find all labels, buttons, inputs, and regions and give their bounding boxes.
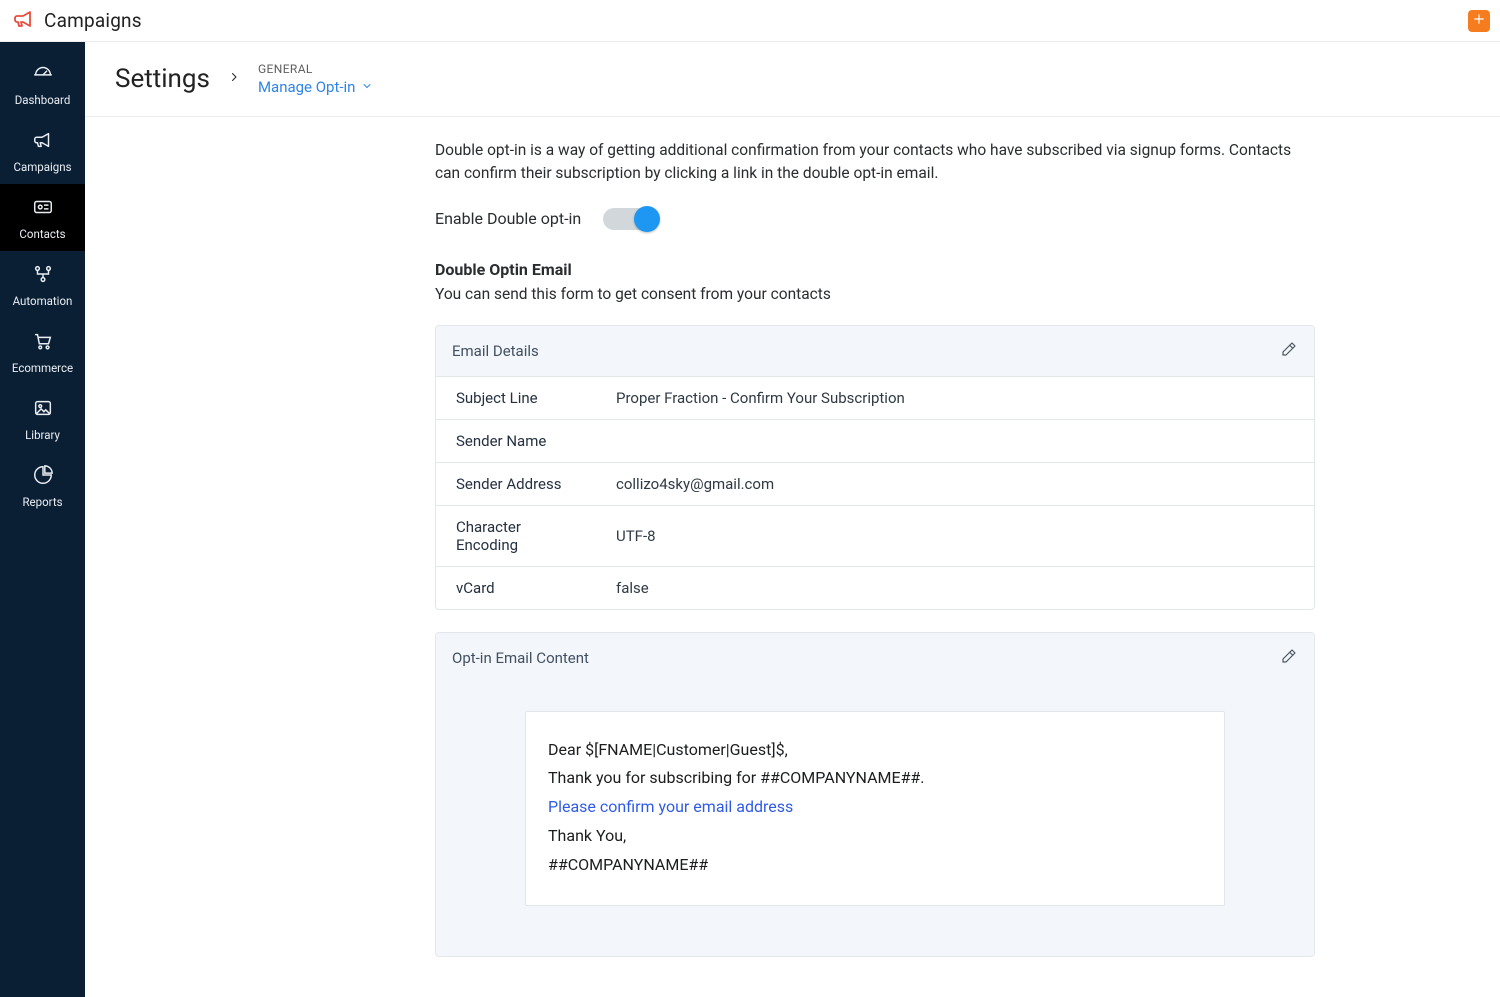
sidebar-item-contacts[interactable]: Contacts	[0, 184, 85, 251]
plus-icon	[1472, 12, 1486, 30]
confirm-email-link[interactable]: Please confirm your email address	[548, 797, 793, 816]
sidebar-item-label: Dashboard	[15, 93, 71, 107]
pie-icon	[32, 464, 54, 489]
cell-value: false	[596, 566, 1314, 609]
email-details-table: Subject Line Proper Fraction - Confirm Y…	[436, 376, 1314, 609]
sidebar-item-label: Campaigns	[13, 160, 71, 174]
email-greeting: Dear $[FNAME|Customer|Guest]$,	[548, 736, 1202, 765]
sidebar-item-label: Ecommerce	[12, 361, 73, 375]
main: Settings GENERAL Manage Opt-in Double op…	[85, 42, 1500, 997]
table-row: vCard false	[436, 566, 1314, 609]
sidebar-item-automation[interactable]: Automation	[0, 251, 85, 318]
section-title: Double Optin Email	[435, 260, 1315, 279]
cell-value: UTF-8	[596, 505, 1314, 566]
section-subtitle: You can send this form to get consent fr…	[435, 285, 1315, 303]
enable-optin-toggle[interactable]	[603, 208, 658, 230]
breadcrumb-page-label: Manage Opt-in	[258, 78, 356, 96]
email-signoff: Thank You,	[548, 822, 1202, 851]
cell-label: vCard	[436, 566, 596, 609]
sidebar-item-dashboard[interactable]: Dashboard	[0, 50, 85, 117]
email-details-title: Email Details	[452, 342, 539, 360]
image-icon	[32, 397, 54, 422]
page-title: Settings	[115, 64, 210, 94]
topbar: Campaigns	[0, 0, 1500, 42]
edit-icon[interactable]	[1280, 340, 1298, 362]
chevron-right-icon	[228, 69, 240, 89]
gauge-icon	[32, 62, 54, 87]
sidebar-item-campaigns[interactable]: Campaigns	[0, 117, 85, 184]
sidebar-item-label: Reports	[22, 495, 62, 509]
table-row: Character Encoding UTF-8	[436, 505, 1314, 566]
sidebar-item-label: Automation	[13, 294, 73, 308]
cell-label: Sender Address	[436, 462, 596, 505]
megaphone-icon	[12, 7, 36, 35]
email-preview-card: Dear $[FNAME|Customer|Guest]$, Thank you…	[525, 711, 1225, 907]
table-row: Sender Name	[436, 419, 1314, 462]
cell-value	[596, 419, 1314, 462]
breadcrumb-category: GENERAL	[258, 62, 374, 76]
megaphone-icon	[32, 129, 54, 154]
create-button[interactable]	[1468, 10, 1490, 32]
sidebar: Dashboard Campaigns Contacts Automation …	[0, 42, 85, 997]
breadcrumb: Settings GENERAL Manage Opt-in	[85, 42, 1500, 117]
sidebar-item-reports[interactable]: Reports	[0, 452, 85, 519]
chevron-down-icon	[361, 78, 373, 96]
email-content-panel: Opt-in Email Content Dear $[FNAME|Custom…	[435, 632, 1315, 958]
enable-optin-label: Enable Double opt-in	[435, 209, 581, 228]
cell-label: Sender Name	[436, 419, 596, 462]
table-row: Sender Address collizo4sky@gmail.com	[436, 462, 1314, 505]
intro-text: Double opt-in is a way of getting additi…	[435, 139, 1305, 186]
cell-label: Character Encoding	[436, 505, 596, 566]
cell-value: collizo4sky@gmail.com	[596, 462, 1314, 505]
cell-label: Subject Line	[436, 376, 596, 419]
sidebar-item-label: Library	[25, 428, 60, 442]
email-line-thank-sub: Thank you for subscribing for ##COMPANYN…	[548, 764, 1202, 793]
email-details-panel: Email Details Subject Line Proper Fracti…	[435, 325, 1315, 610]
sidebar-item-ecommerce[interactable]: Ecommerce	[0, 318, 85, 385]
cell-value: Proper Fraction - Confirm Your Subscript…	[596, 376, 1314, 419]
sidebar-item-library[interactable]: Library	[0, 385, 85, 452]
toggle-knob	[634, 206, 660, 232]
breadcrumb-page-dropdown[interactable]: Manage Opt-in	[258, 78, 374, 96]
id-card-icon	[32, 196, 54, 221]
table-row: Subject Line Proper Fraction - Confirm Y…	[436, 376, 1314, 419]
app-name: Campaigns	[44, 9, 142, 32]
cart-icon	[32, 330, 54, 355]
brand: Campaigns	[12, 7, 142, 35]
email-company-token: ##COMPANYNAME##	[548, 851, 1202, 880]
email-content-title: Opt-in Email Content	[452, 649, 589, 667]
edit-icon[interactable]	[1280, 647, 1298, 669]
flow-icon	[32, 263, 54, 288]
sidebar-item-label: Contacts	[19, 227, 65, 241]
